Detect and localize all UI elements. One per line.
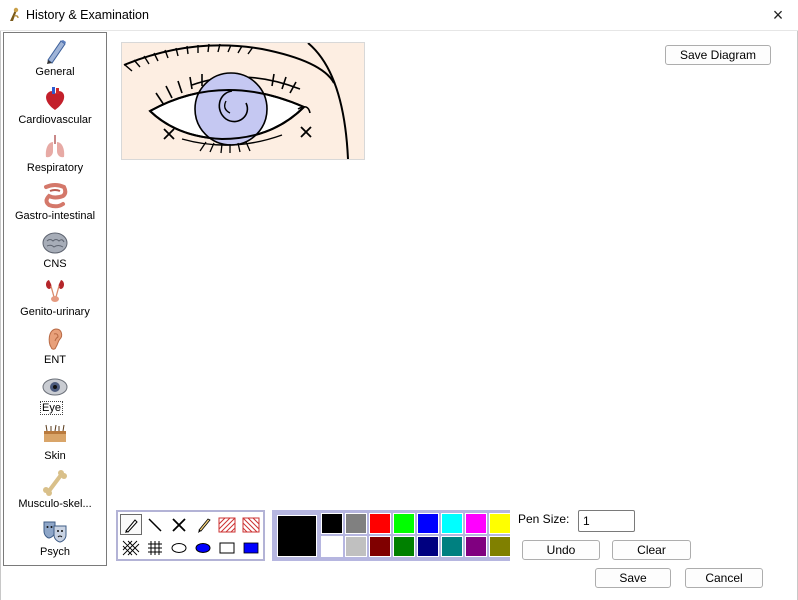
save-diagram-button[interactable]: Save Diagram bbox=[665, 45, 771, 65]
color-palette bbox=[272, 510, 511, 561]
close-button[interactable]: × bbox=[758, 0, 798, 31]
color-swatch[interactable] bbox=[417, 536, 439, 557]
ellipse-filled-tool[interactable] bbox=[192, 537, 214, 558]
close-icon: × bbox=[772, 5, 784, 25]
hatch-back-tool[interactable] bbox=[240, 514, 262, 535]
color-swatch[interactable] bbox=[489, 536, 511, 557]
line-tool[interactable] bbox=[144, 514, 166, 535]
color-swatch[interactable] bbox=[321, 536, 343, 557]
grid-tool[interactable] bbox=[144, 537, 166, 558]
drawing-tools-panel bbox=[116, 510, 265, 561]
sidebar-item-respiratory[interactable]: Respiratory bbox=[4, 131, 106, 179]
color-swatch[interactable] bbox=[345, 536, 367, 557]
hatch-forward-icon bbox=[218, 517, 236, 532]
rectangle-filled-tool[interactable] bbox=[240, 537, 262, 558]
app-icon bbox=[10, 7, 19, 21]
pencil-tool[interactable] bbox=[120, 514, 142, 535]
color-swatch[interactable] bbox=[393, 513, 415, 534]
brush-tool[interactable] bbox=[192, 514, 214, 535]
rectangle-outline-tool[interactable] bbox=[216, 537, 238, 558]
color-swatch[interactable] bbox=[441, 513, 463, 534]
clear-button[interactable]: Clear bbox=[612, 540, 691, 560]
color-swatch[interactable] bbox=[417, 513, 439, 534]
color-swatch[interactable] bbox=[345, 513, 367, 534]
eye-diagram-canvas[interactable] bbox=[121, 42, 365, 160]
color-swatch[interactable] bbox=[369, 513, 391, 534]
window-title: History & Examination bbox=[26, 8, 149, 22]
sidebar-item-label: Respiratory bbox=[26, 162, 84, 174]
skin-icon bbox=[44, 424, 66, 442]
hatch-back-icon bbox=[242, 517, 260, 532]
crosshatch-tool[interactable] bbox=[120, 537, 142, 558]
crosshatch-icon bbox=[122, 540, 140, 555]
sidebar-item-label: CNS bbox=[43, 258, 67, 270]
rectangle-filled-icon bbox=[243, 542, 259, 553]
heart-icon bbox=[46, 87, 65, 110]
sidebar-item-label: Psych bbox=[40, 546, 70, 558]
sidebar-item-label: Genito-urinary bbox=[20, 306, 90, 318]
theatre-masks-icon bbox=[43, 521, 67, 543]
ellipse-filled-icon bbox=[195, 542, 211, 553]
ellipse-outline-tool[interactable] bbox=[168, 537, 190, 558]
sidebar-item-cardiovascular[interactable]: Cardiovascular bbox=[4, 83, 106, 131]
bone-icon bbox=[43, 470, 67, 496]
undo-button[interactable]: Undo bbox=[522, 540, 600, 560]
cancel-button[interactable]: Cancel bbox=[685, 568, 763, 588]
pencil-icon bbox=[47, 40, 66, 64]
sidebar-item-skin[interactable]: Skin bbox=[4, 419, 106, 467]
grid-icon bbox=[148, 540, 162, 555]
cross-icon bbox=[172, 517, 186, 532]
sidebar-item-label: Musculo-skel... bbox=[18, 498, 92, 510]
category-sidebar: General Cardiovascular Respiratory Gastr… bbox=[3, 32, 107, 566]
intestine-icon bbox=[44, 183, 68, 209]
sidebar-item-musculo-skeletal[interactable]: Musculo-skel... bbox=[4, 467, 106, 515]
pencil-icon bbox=[125, 518, 138, 533]
eye-diagram bbox=[123, 43, 349, 159]
sidebar-item-label: Skin bbox=[44, 450, 66, 462]
sidebar-item-label: Cardiovascular bbox=[18, 114, 92, 126]
sidebar-item-label: Gastro-intestinal bbox=[14, 210, 96, 222]
brush-icon bbox=[198, 517, 211, 533]
sidebar-item-label: Eye bbox=[40, 401, 63, 415]
color-swatch[interactable] bbox=[369, 536, 391, 557]
kidney-icon bbox=[46, 280, 64, 302]
save-button[interactable]: Save bbox=[595, 568, 671, 588]
pen-size-input[interactable] bbox=[578, 510, 635, 532]
current-color-swatch bbox=[277, 515, 317, 557]
brain-icon bbox=[42, 232, 68, 254]
eye-icon bbox=[42, 378, 68, 396]
sidebar-item-cns[interactable]: CNS bbox=[4, 227, 106, 275]
line-icon bbox=[148, 517, 162, 532]
hatch-forward-tool[interactable] bbox=[216, 514, 238, 535]
sidebar-item-eye[interactable]: Eye bbox=[4, 371, 106, 419]
title-bar: History & Examination × bbox=[0, 0, 798, 31]
sidebar-item-gastro[interactable]: Gastro-intestinal bbox=[4, 179, 106, 227]
color-swatch[interactable] bbox=[321, 513, 343, 534]
sidebar-item-psych[interactable]: Psych bbox=[4, 515, 106, 563]
ear-icon bbox=[48, 328, 63, 350]
sidebar-item-general[interactable]: General bbox=[4, 35, 106, 83]
color-swatch[interactable] bbox=[489, 513, 511, 534]
color-swatch[interactable] bbox=[465, 513, 487, 534]
ellipse-outline-icon bbox=[171, 542, 187, 553]
pen-size-label: Pen Size: bbox=[518, 512, 570, 526]
color-swatch[interactable] bbox=[441, 536, 463, 557]
sidebar-item-label: ENT bbox=[44, 354, 66, 366]
cross-tool[interactable] bbox=[168, 514, 190, 535]
lungs-icon bbox=[45, 135, 65, 158]
sidebar-item-ent[interactable]: ENT bbox=[4, 323, 106, 371]
color-swatch[interactable] bbox=[393, 536, 415, 557]
sidebar-item-genito-urinary[interactable]: Genito-urinary bbox=[4, 275, 106, 323]
color-swatch[interactable] bbox=[465, 536, 487, 557]
sidebar-item-label: General bbox=[35, 66, 75, 78]
rectangle-outline-icon bbox=[219, 542, 235, 553]
